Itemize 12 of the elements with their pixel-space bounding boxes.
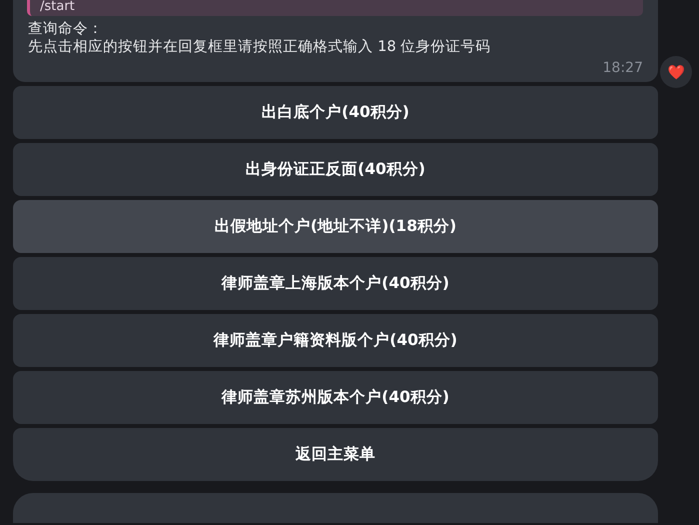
inline-keyboard-button[interactable]: 出白底个户(40积分)	[13, 86, 658, 139]
message-text: 查询命令：	[28, 20, 104, 38]
heart-reaction[interactable]: ❤	[660, 56, 692, 88]
inline-keyboard-button[interactable]: 律师盖章苏州版本个户(40积分)	[13, 371, 658, 424]
inline-keyboard-button[interactable]: 出身份证正反面(40积分)	[13, 143, 658, 196]
message-time: 18:27	[602, 60, 643, 76]
inline-keyboard-button[interactable]: 律师盖章户籍资料版个户(40积分)	[13, 314, 658, 367]
quoted-command: /start	[27, 0, 643, 16]
inline-keyboard-button[interactable]: 出假地址个户(地址不详)(18积分)	[13, 200, 658, 253]
message-text: 先点击相应的按钮并在回复框里请按照正确格式输入 18 位身份证号码	[28, 38, 492, 56]
inline-keyboard-button[interactable]: 律师盖章上海版本个户(40积分)	[13, 257, 658, 310]
inline-keyboard-button[interactable]: 返回主菜单	[13, 428, 658, 481]
